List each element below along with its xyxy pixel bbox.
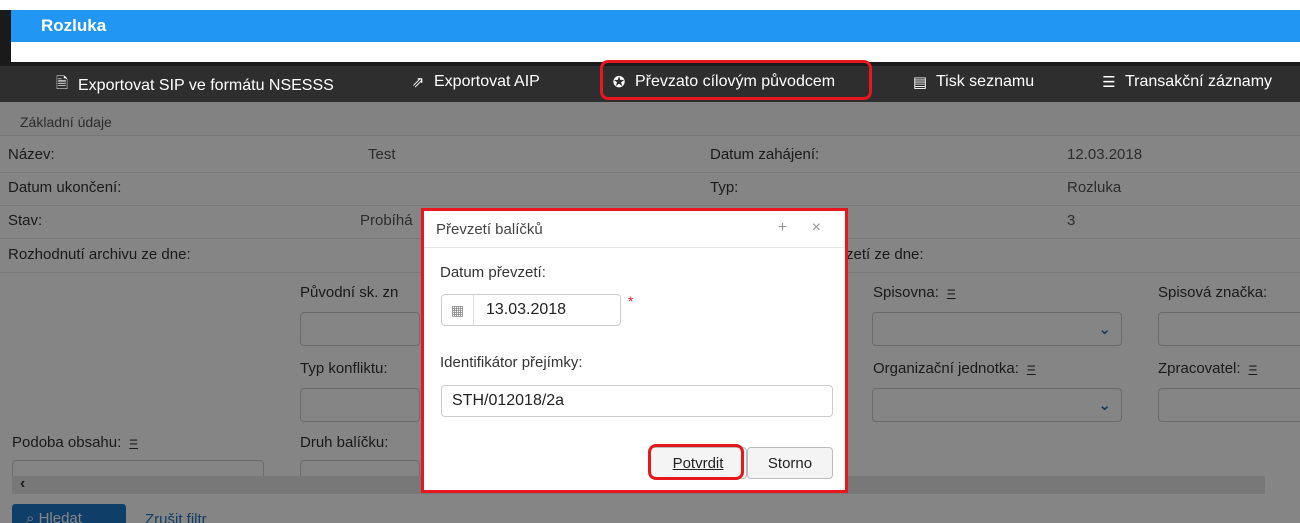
window-title: Rozluka [41,16,107,35]
list-icon: ☰ [1102,74,1116,91]
app-window: Rozluka 🗎 Exportovat SIP ve formátu NSES… [0,0,1300,523]
title-bar: Rozluka [11,10,1300,42]
export-aip-label: Exportovat AIP [434,73,540,90]
highlight-taken-over [600,60,872,100]
print-list-icon: ▤ [912,74,928,91]
dialog-controls[interactable]: + × [778,219,831,237]
export-aip-button[interactable]: ⇗ Exportovat AIP [410,73,540,91]
export-sip-icon: 🗎 [55,75,69,92]
export-sip-label: Exportovat SIP ve formátu NSESSS [78,76,334,94]
calendar-icon[interactable]: ▦ [442,295,474,325]
takeover-date-field-label: Datum převzetí: [440,264,546,281]
acceptance-id-input[interactable]: STH/012018/2a [441,385,833,417]
toolbar: 🗎 Exportovat SIP ve formátu NSESSS ⇗ Exp… [0,60,1300,102]
required-mark: * [628,293,634,309]
transactions-button[interactable]: ☰ Transakční záznamy [1101,73,1272,91]
takeover-date-input[interactable]: ▦ 13.03.2018 [441,294,621,326]
left-edge [0,10,11,66]
takeover-dialog: Převzetí balíčků + × Datum převzetí: ▦ 1… [421,208,848,493]
dialog-divider [424,247,845,248]
acceptance-id-label: Identifikátor přejímky: [440,354,583,371]
print-list-button[interactable]: ▤ Tisk seznamu [912,73,1034,91]
top-margin [0,0,1300,10]
takeover-date-value: 13.03.2018 [486,301,567,318]
cancel-label: Storno [767,454,813,472]
export-icon: ⇗ [411,74,425,91]
export-sip-button[interactable]: 🗎 Exportovat SIP ve formátu NSESSS [54,73,334,98]
cancel-button[interactable]: Storno [747,447,833,479]
dialog-title: Převzetí balíčků [436,221,543,238]
print-list-label: Tisk seznamu [936,73,1035,90]
transactions-label: Transakční záznamy [1125,73,1273,90]
highlight-confirm [648,444,744,480]
